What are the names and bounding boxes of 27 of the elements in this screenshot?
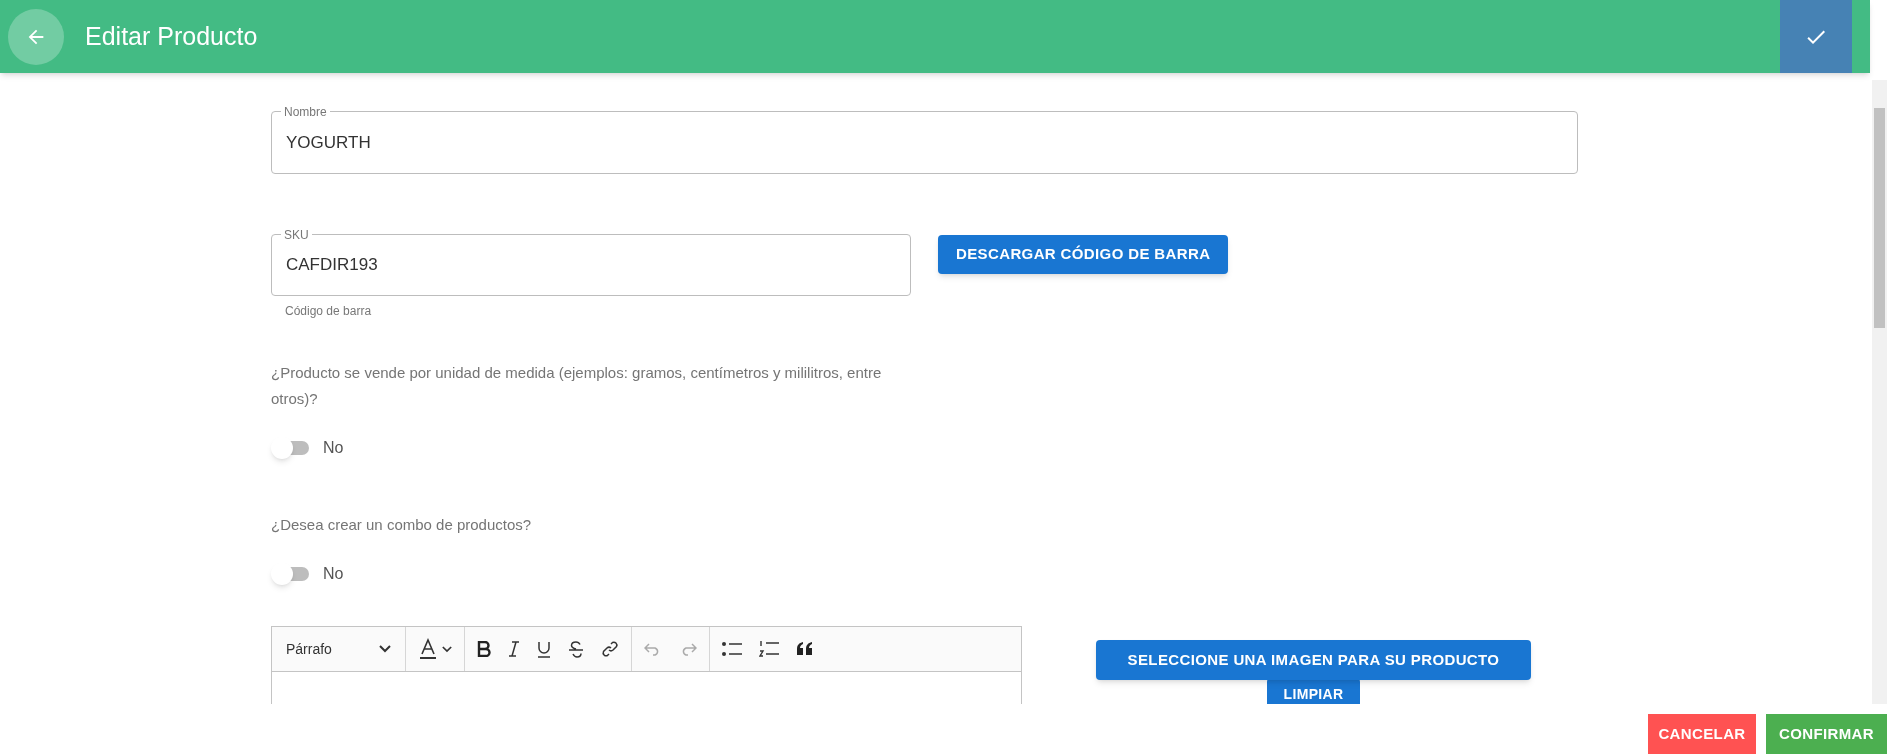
cancel-button[interactable]: CANCELAR bbox=[1648, 714, 1756, 754]
scrollbar[interactable] bbox=[1872, 80, 1887, 704]
helper-text: Código de barra bbox=[285, 303, 373, 320]
toggle-label: No bbox=[323, 438, 344, 458]
bullet-list-icon[interactable] bbox=[722, 641, 742, 657]
question-text: ¿Desea crear un combo de productos? bbox=[271, 515, 533, 535]
clear-button[interactable]: LIMPIAR bbox=[1267, 678, 1360, 704]
chevron-down-icon bbox=[379, 645, 391, 653]
field-value: CAFDIR193 bbox=[286, 254, 378, 277]
font-color-icon[interactable] bbox=[418, 638, 438, 660]
download-barcode-button[interactable]: DESCARGAR CÓDIGO DE BARRA bbox=[938, 235, 1229, 274]
underline-icon[interactable] bbox=[537, 640, 551, 658]
strikethrough-icon[interactable] bbox=[568, 640, 584, 658]
confirm-button[interactable]: CONFIRMAR bbox=[1766, 714, 1887, 754]
question-text: ¿Producto se vende por unidad de medida (ejemplos: gramos, centímetros y mililitros, entre otros)? bbox=[271, 363, 883, 409]
field-value: YOGURTH bbox=[286, 131, 371, 154]
italic-icon[interactable] bbox=[508, 641, 520, 657]
chevron-down-icon[interactable] bbox=[442, 645, 452, 653]
select-image-button[interactable]: SELECCIONE UNA IMAGEN PARA SU PRODUCTO bbox=[1096, 640, 1531, 680]
page-title: Editar Producto bbox=[85, 20, 258, 52]
link-icon[interactable] bbox=[601, 640, 619, 658]
toggle-label: No bbox=[323, 564, 344, 584]
rich-text-editor[interactable]: Párrafo bbox=[271, 626, 1022, 704]
bold-icon[interactable] bbox=[477, 641, 491, 657]
numbered-list-icon[interactable] bbox=[759, 640, 779, 658]
paragraph-dropdown[interactable]: Párrafo bbox=[272, 627, 406, 671]
quote-icon[interactable] bbox=[796, 642, 814, 656]
